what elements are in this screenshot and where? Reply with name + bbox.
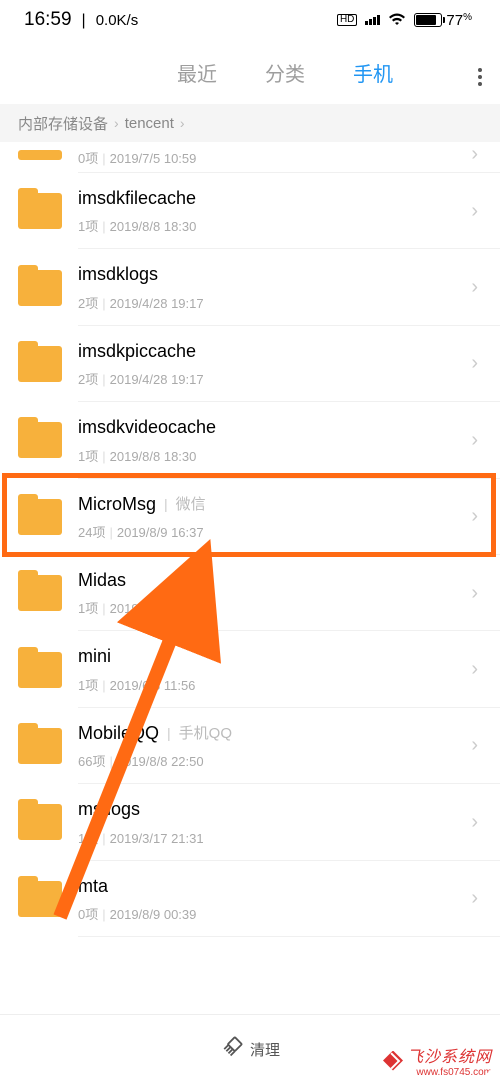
chevron-right-icon: › bbox=[114, 115, 119, 131]
folder-name: imsdkvideocache bbox=[78, 416, 216, 439]
folder-icon bbox=[18, 346, 62, 382]
tab-category[interactable]: 分类 bbox=[265, 58, 305, 87]
folder-icon bbox=[18, 193, 62, 229]
folder-row[interactable]: imsdkvideocache1项|2019/8/8 18:30› bbox=[0, 402, 500, 478]
folder-icon bbox=[18, 270, 62, 306]
chevron-right-icon: › bbox=[471, 200, 478, 223]
folder-name: imsdkpiccache bbox=[78, 340, 196, 363]
watermark: 飞沙系统网 www.fs0745.com bbox=[375, 1039, 500, 1084]
chevron-right-icon: › bbox=[471, 505, 478, 528]
folder-count: 1项 bbox=[78, 449, 98, 464]
folder-date: 2019/8/8 22:14 bbox=[110, 601, 197, 616]
chevron-right-icon: › bbox=[471, 143, 478, 166]
folder-name: msflogs bbox=[78, 798, 140, 821]
folder-row[interactable]: msflogs1项|2019/3/17 21:31› bbox=[0, 784, 500, 860]
folder-row[interactable]: imsdklogs2项|2019/4/28 19:17› bbox=[0, 249, 500, 325]
watermark-logo-icon bbox=[383, 1051, 403, 1071]
folder-count: 24项 bbox=[78, 525, 105, 540]
folder-date: 2019/8/9 00:39 bbox=[110, 907, 197, 922]
folder-icon bbox=[18, 652, 62, 688]
folder-count: 2项 bbox=[78, 296, 98, 311]
folder-count: 0项 bbox=[78, 151, 98, 166]
folder-date: 2019/4/28 19:17 bbox=[110, 296, 204, 311]
folder-row[interactable]: mini1项|2019/6/8 11:56› bbox=[0, 631, 500, 707]
folder-row[interactable]: 0项|2019/7/5 10:59› bbox=[0, 142, 500, 173]
folder-name: mta bbox=[78, 875, 108, 898]
folder-name: imsdkfilecache bbox=[78, 187, 196, 210]
folder-alias: 微信 bbox=[176, 495, 206, 515]
folder-name: mini bbox=[78, 645, 111, 668]
chevron-right-icon: › bbox=[471, 734, 478, 757]
clean-button[interactable]: 清理 bbox=[220, 1035, 280, 1064]
folder-icon bbox=[18, 881, 62, 917]
folder-count: 1项 bbox=[78, 219, 98, 234]
folder-row[interactable]: MicroMsg|微信24项|2019/8/9 16:37› bbox=[0, 479, 500, 555]
folder-list: 0项|2019/7/5 10:59›imsdkfilecache1项|2019/… bbox=[0, 142, 500, 937]
folder-date: 2019/8/8 18:30 bbox=[110, 219, 197, 234]
folder-row[interactable]: imsdkfilecache1项|2019/8/8 18:30› bbox=[0, 173, 500, 249]
chevron-right-icon: › bbox=[471, 429, 478, 452]
more-vertical-icon bbox=[478, 68, 482, 86]
status-netspeed: 0.0K/s bbox=[96, 12, 139, 29]
signal-icon bbox=[365, 15, 380, 25]
tab-recent[interactable]: 最近 bbox=[177, 58, 217, 87]
top-tabs: 最近 分类 手机 bbox=[0, 40, 500, 104]
breadcrumb-root[interactable]: 内部存储设备 bbox=[18, 113, 108, 134]
folder-date: 2019/8/8 22:50 bbox=[117, 754, 204, 769]
folder-row[interactable]: imsdkpiccache2项|2019/4/28 19:17› bbox=[0, 326, 500, 402]
chevron-right-icon: › bbox=[471, 811, 478, 834]
more-menu-button[interactable] bbox=[442, 59, 482, 86]
folder-name: MicroMsg bbox=[78, 493, 156, 516]
folder-icon bbox=[18, 728, 62, 764]
folder-date: 2019/3/17 21:31 bbox=[110, 831, 204, 846]
folder-row[interactable]: mta0项|2019/8/9 00:39› bbox=[0, 861, 500, 937]
chevron-right-icon: › bbox=[471, 582, 478, 605]
folder-date: 2019/7/5 10:59 bbox=[110, 151, 197, 166]
wifi-icon bbox=[388, 12, 406, 29]
battery-icon: 77% bbox=[414, 12, 472, 29]
folder-count: 1项 bbox=[78, 831, 98, 846]
folder-count: 0项 bbox=[78, 907, 98, 922]
folder-count: 2项 bbox=[78, 372, 98, 387]
folder-icon bbox=[18, 804, 62, 840]
chevron-right-icon: › bbox=[471, 887, 478, 910]
folder-icon bbox=[18, 499, 62, 535]
chevron-right-icon: › bbox=[471, 658, 478, 681]
breadcrumb[interactable]: 内部存储设备 › tencent › bbox=[0, 104, 500, 142]
watermark-url: www.fs0745.com bbox=[407, 1067, 492, 1078]
broom-icon bbox=[220, 1035, 244, 1064]
folder-icon bbox=[18, 150, 62, 160]
folder-date: 2019/8/8 18:30 bbox=[110, 449, 197, 464]
folder-icon bbox=[18, 575, 62, 611]
chevron-right-icon: › bbox=[471, 352, 478, 375]
folder-date: 2019/6/8 11:56 bbox=[110, 678, 196, 693]
folder-name: imsdklogs bbox=[78, 263, 158, 286]
status-time: 16:59 bbox=[24, 9, 72, 31]
folder-count: 66项 bbox=[78, 754, 105, 769]
status-bar: 16:59 | 0.0K/s HD 77% bbox=[0, 0, 500, 40]
folder-date: 2019/8/9 16:37 bbox=[117, 525, 204, 540]
folder-alias: 手机QQ bbox=[179, 724, 232, 744]
chevron-right-icon: › bbox=[180, 115, 185, 131]
folder-count: 1项 bbox=[78, 601, 98, 616]
folder-icon bbox=[18, 422, 62, 458]
clean-label: 清理 bbox=[250, 1039, 280, 1060]
hd-icon: HD bbox=[337, 14, 357, 26]
chevron-right-icon: › bbox=[471, 276, 478, 299]
folder-row[interactable]: Midas1项|2019/8/8 22:14› bbox=[0, 555, 500, 631]
tab-phone[interactable]: 手机 bbox=[353, 58, 393, 87]
folder-count: 1项 bbox=[78, 678, 98, 693]
breadcrumb-path[interactable]: tencent bbox=[125, 115, 174, 132]
folder-name: MobileQQ bbox=[78, 722, 159, 745]
folder-row[interactable]: MobileQQ|手机QQ66项|2019/8/8 22:50› bbox=[0, 708, 500, 784]
folder-date: 2019/4/28 19:17 bbox=[110, 372, 204, 387]
watermark-text: 飞沙系统网 bbox=[407, 1049, 492, 1066]
folder-name: Midas bbox=[78, 569, 126, 592]
